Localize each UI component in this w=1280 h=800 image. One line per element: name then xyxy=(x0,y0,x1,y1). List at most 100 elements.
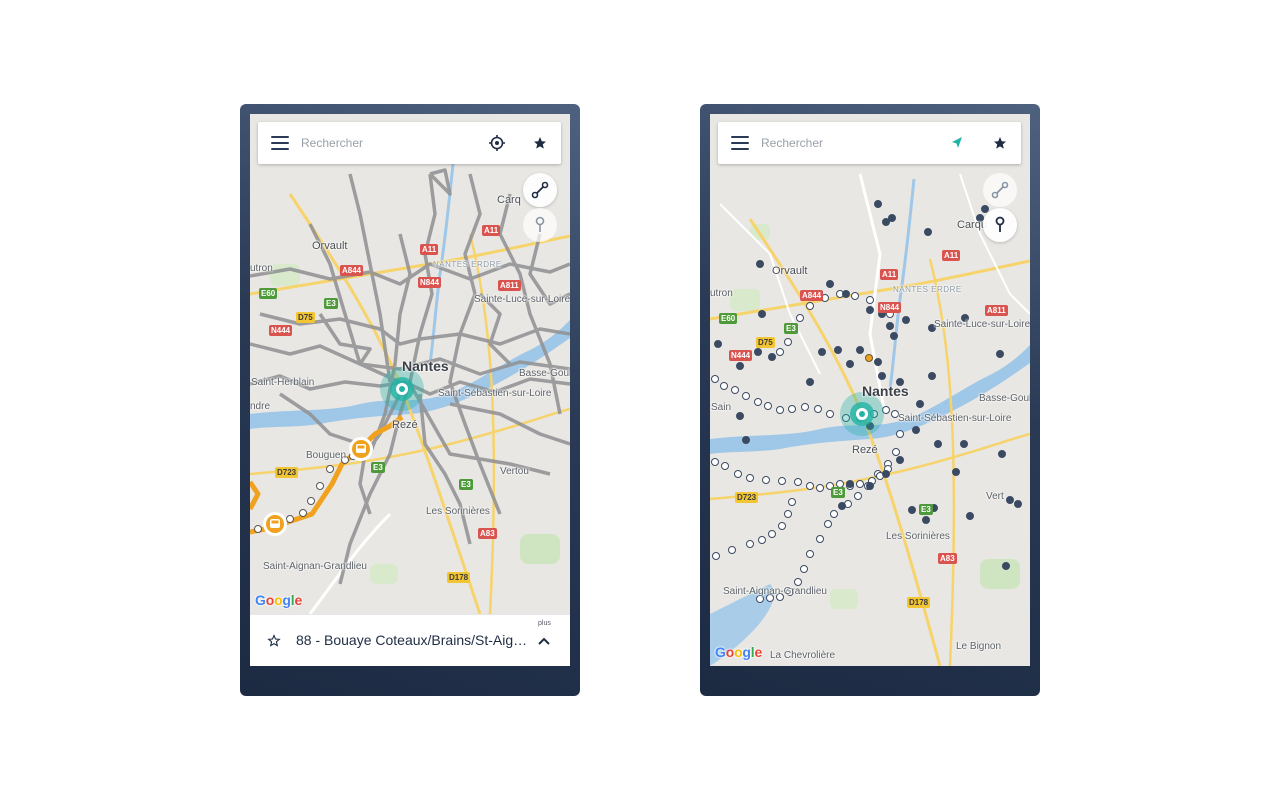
stop-marker[interactable] xyxy=(796,314,804,322)
stop-marker[interactable] xyxy=(846,360,854,368)
stop-marker[interactable] xyxy=(806,482,814,490)
routes-mode-button[interactable] xyxy=(983,173,1017,207)
stop-marker[interactable] xyxy=(734,470,742,478)
stop-marker[interactable] xyxy=(966,512,974,520)
stop-marker[interactable] xyxy=(762,476,770,484)
stop-marker[interactable] xyxy=(934,440,942,448)
routes-mode-button[interactable] xyxy=(523,173,557,207)
stop-marker[interactable] xyxy=(882,470,890,478)
stop-marker[interactable] xyxy=(800,565,808,573)
star-icon[interactable] xyxy=(531,134,549,152)
stop-marker[interactable] xyxy=(896,456,904,464)
stop-marker[interactable] xyxy=(846,480,854,488)
stop-marker[interactable] xyxy=(758,536,766,544)
stop-marker[interactable] xyxy=(721,462,729,470)
stop-marker[interactable] xyxy=(712,552,720,560)
stop-marker[interactable] xyxy=(824,520,832,528)
stop-marker[interactable] xyxy=(736,362,744,370)
stop-marker[interactable] xyxy=(746,540,754,548)
stop-marker[interactable] xyxy=(818,348,826,356)
stop-marker[interactable] xyxy=(806,302,814,310)
bus-marker-start[interactable] xyxy=(349,437,373,461)
search-input[interactable] xyxy=(761,133,931,153)
stop-marker[interactable] xyxy=(886,322,894,330)
stop-marker[interactable] xyxy=(874,358,882,366)
stop-marker[interactable] xyxy=(830,510,838,518)
stop-marker[interactable] xyxy=(866,482,874,490)
stop-marker[interactable] xyxy=(801,403,809,411)
stop-marker[interactable] xyxy=(731,386,739,394)
stop-marker[interactable] xyxy=(842,290,850,298)
stop-marker[interactable] xyxy=(711,375,719,383)
stop-marker[interactable] xyxy=(856,480,864,488)
stop-marker[interactable] xyxy=(834,346,842,354)
stop-marker[interactable] xyxy=(851,292,859,300)
star-icon[interactable] xyxy=(991,134,1009,152)
stops-mode-button[interactable] xyxy=(983,208,1017,242)
stop-marker[interactable] xyxy=(784,510,792,518)
stop-marker[interactable] xyxy=(924,228,932,236)
stop-marker[interactable] xyxy=(928,372,936,380)
stop-marker[interactable] xyxy=(784,338,792,346)
stop-marker[interactable] xyxy=(916,400,924,408)
stop-marker[interactable] xyxy=(776,348,784,356)
stop-marker[interactable] xyxy=(728,546,736,554)
star-outline-icon[interactable] xyxy=(267,634,281,648)
stop-marker[interactable] xyxy=(908,506,916,514)
stop-marker[interactable] xyxy=(754,398,762,406)
stop-marker[interactable] xyxy=(981,205,989,213)
stop-marker[interactable] xyxy=(856,346,864,354)
stop-marker[interactable] xyxy=(746,474,754,482)
stop-marker[interactable] xyxy=(888,214,896,222)
stop-marker[interactable] xyxy=(892,448,900,456)
stop-marker[interactable] xyxy=(866,306,874,314)
stop-marker[interactable] xyxy=(922,516,930,524)
stop-marker[interactable] xyxy=(1014,500,1022,508)
stop-marker[interactable] xyxy=(866,296,874,304)
stop-marker[interactable] xyxy=(816,535,824,543)
stop-marker[interactable] xyxy=(896,430,904,438)
hamburger-menu-icon[interactable] xyxy=(731,136,749,150)
stop-marker[interactable] xyxy=(902,316,910,324)
stop-marker[interactable] xyxy=(711,458,719,466)
stop-marker[interactable] xyxy=(838,502,846,510)
stop-marker[interactable] xyxy=(768,353,776,361)
stop-marker[interactable] xyxy=(806,550,814,558)
stop-marker[interactable] xyxy=(720,382,728,390)
stop-marker[interactable] xyxy=(742,436,750,444)
stop-marker[interactable] xyxy=(768,530,776,538)
stop-marker[interactable] xyxy=(764,402,772,410)
stop-marker[interactable] xyxy=(788,405,796,413)
stop-marker[interactable] xyxy=(814,405,822,413)
navigation-arrow-icon[interactable] xyxy=(948,134,966,152)
stop-marker[interactable] xyxy=(998,450,1006,458)
stop-marker[interactable] xyxy=(890,332,898,340)
stop-marker[interactable] xyxy=(996,350,1004,358)
stop-marker[interactable] xyxy=(788,498,796,506)
stop-marker[interactable] xyxy=(794,478,802,486)
stop-marker[interactable] xyxy=(756,260,764,268)
stop-marker[interactable] xyxy=(754,348,762,356)
stop-marker[interactable] xyxy=(960,440,968,448)
stop-marker[interactable] xyxy=(874,200,882,208)
stop-marker[interactable] xyxy=(758,310,766,318)
bus-marker-end[interactable] xyxy=(263,512,287,536)
stop-marker[interactable] xyxy=(776,406,784,414)
stop-marker[interactable] xyxy=(714,340,722,348)
stop-marker[interactable] xyxy=(878,372,886,380)
stop-marker[interactable] xyxy=(826,280,834,288)
stop-marker[interactable] xyxy=(742,392,750,400)
stop-marker[interactable] xyxy=(912,426,920,434)
stops-mode-button[interactable] xyxy=(523,208,557,242)
hamburger-menu-icon[interactable] xyxy=(271,136,289,150)
chevron-up-icon[interactable] xyxy=(537,636,551,646)
stop-marker[interactable] xyxy=(806,378,814,386)
stop-marker[interactable] xyxy=(854,492,862,500)
line-detail-panel[interactable]: 88 - Bouaye Coteaux/Brains/St-Aignan plu… xyxy=(250,614,570,666)
selected-stop-marker[interactable] xyxy=(865,354,873,362)
stop-marker[interactable] xyxy=(778,522,786,530)
stop-marker[interactable] xyxy=(952,468,960,476)
stop-marker[interactable] xyxy=(736,412,744,420)
stop-marker[interactable] xyxy=(816,484,824,492)
stop-marker[interactable] xyxy=(1002,562,1010,570)
